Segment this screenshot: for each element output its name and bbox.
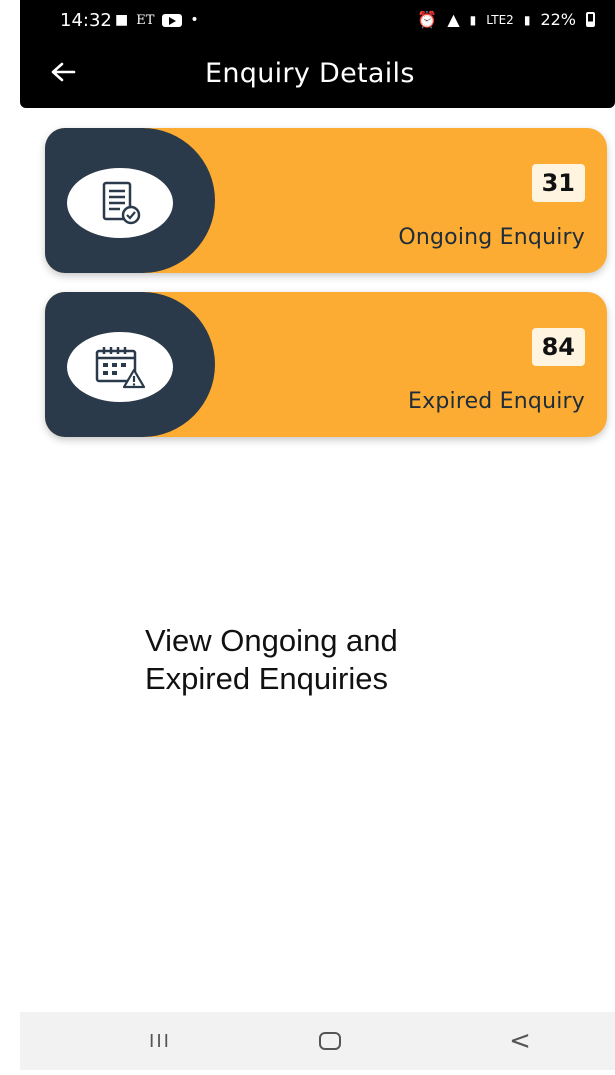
icon-circle [67, 332, 173, 402]
chevron-left-icon: < [509, 1026, 531, 1056]
page-title: Enquiry Details [205, 58, 415, 89]
document-check-icon [102, 181, 141, 225]
ongoing-count: 31 [531, 164, 585, 202]
caption-text: View Ongoing and Expired Enquiries [145, 622, 505, 698]
caption-line-1: View Ongoing and [145, 623, 398, 658]
battery-percent: 22% [540, 10, 576, 29]
et-icon: ET [136, 12, 155, 28]
youtube-icon [162, 13, 183, 27]
nav-back-button[interactable]: < [495, 1024, 545, 1058]
chat-icon: ■ [115, 12, 129, 28]
expired-count: 84 [531, 328, 585, 366]
ongoing-label: Ongoing Enquiry [398, 225, 585, 250]
dot-icon: • [190, 12, 199, 28]
calendar-warning-icon [95, 347, 146, 389]
icon-circle [67, 168, 173, 238]
app-header: 14:32 ■ ET • ⏰ ▲ ▮ LTE2 ▮ 22% Enquiry De… [20, 0, 615, 108]
status-time: 14:32 [60, 10, 112, 31]
card-dark-panel [45, 128, 215, 273]
ongoing-enquiry-card[interactable]: 31 Ongoing Enquiry [45, 128, 607, 273]
status-right-icons: ⏰ ▲ ▮ LTE2 ▮ 22% [417, 10, 595, 29]
recents-button[interactable]: III [135, 1024, 185, 1058]
recents-icon: III [149, 1030, 171, 1052]
home-icon [319, 1032, 341, 1050]
caption-line-2: Expired Enquiries [145, 661, 388, 696]
wifi-icon: ▲ [447, 10, 460, 29]
system-nav-bar: III < [20, 1012, 615, 1070]
card-dark-panel [45, 292, 215, 437]
battery-icon [586, 12, 595, 27]
expired-label: Expired Enquiry [408, 389, 585, 414]
home-button[interactable] [305, 1024, 355, 1058]
arrow-left-icon [51, 62, 76, 82]
status-left-icons: ■ ET • [115, 12, 199, 28]
expired-enquiry-card[interactable]: 84 Expired Enquiry [45, 292, 607, 437]
volte-icon: LTE2 [486, 12, 514, 27]
signal-icon: ▮ [523, 12, 531, 27]
signal-icon: ▮ [469, 12, 477, 27]
alarm-icon: ⏰ [417, 10, 438, 29]
back-button[interactable] [45, 56, 81, 92]
